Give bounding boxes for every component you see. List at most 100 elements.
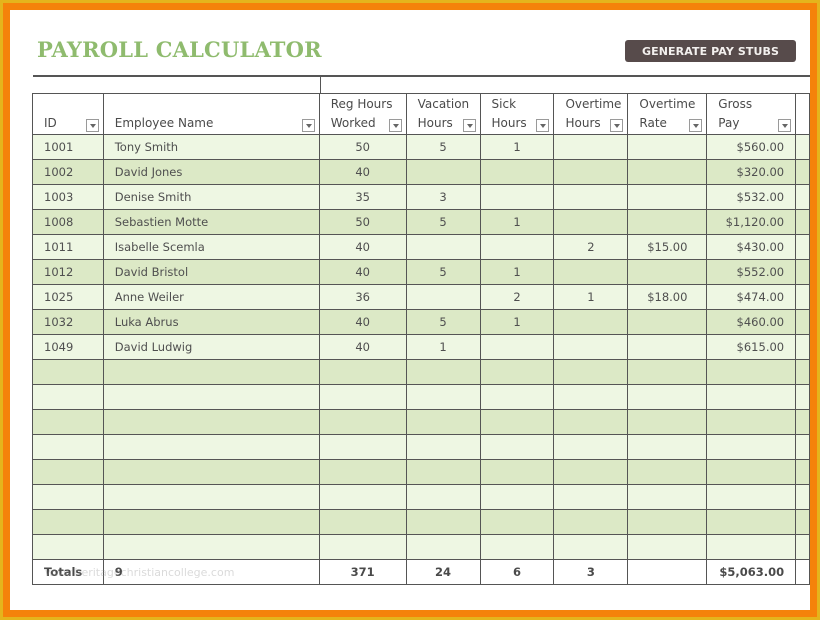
cell-gross[interactable]: $1,120.00 [706, 209, 797, 235]
cell-ot_rate[interactable] [627, 534, 708, 560]
cell-name[interactable]: Denise Smith [102, 184, 320, 210]
cell-reg[interactable] [318, 409, 407, 435]
cell-vac[interactable]: 5 [405, 134, 481, 160]
cell-name[interactable] [102, 509, 320, 535]
cell-overflow[interactable] [795, 509, 810, 535]
cell-id[interactable] [32, 484, 104, 510]
cell-sick[interactable] [479, 509, 555, 535]
cell-ot_rate[interactable]: $15.00 [627, 234, 708, 260]
filter-dropdown-icon[interactable] [462, 119, 476, 132]
cell-name[interactable] [102, 459, 320, 485]
cell-overflow[interactable] [795, 284, 810, 310]
cell-id[interactable]: 1032 [32, 309, 104, 335]
cell-sick[interactable]: 1 [479, 134, 555, 160]
cell-sick[interactable] [479, 184, 555, 210]
cell-ot_hours[interactable] [553, 259, 629, 285]
cell-gross[interactable]: $615.00 [706, 334, 797, 360]
cell-vac[interactable] [405, 284, 481, 310]
cell-sick[interactable] [479, 234, 555, 260]
cell-reg[interactable]: 40 [318, 334, 407, 360]
cell-ot_rate[interactable] [627, 384, 708, 410]
cell-sick[interactable] [479, 359, 555, 385]
cell-overflow[interactable] [795, 359, 810, 385]
cell-reg[interactable]: 40 [318, 159, 407, 185]
cell-sick[interactable]: 2 [479, 284, 555, 310]
cell-gross[interactable]: $430.00 [706, 234, 797, 260]
table-row[interactable] [32, 409, 810, 435]
cell-ot_hours[interactable] [553, 509, 629, 535]
cell-id[interactable]: 1002 [32, 159, 104, 185]
cell-overflow[interactable] [795, 409, 810, 435]
cell-ot_rate[interactable] [627, 159, 708, 185]
cell-ot_hours[interactable] [553, 384, 629, 410]
cell-overflow[interactable] [795, 309, 810, 335]
cell-overflow[interactable] [795, 459, 810, 485]
cell-reg[interactable]: 40 [318, 234, 407, 260]
filter-dropdown-icon[interactable] [689, 119, 703, 132]
cell-id[interactable]: 1001 [32, 134, 104, 160]
cell-sick[interactable]: 1 [479, 209, 555, 235]
table-row[interactable] [32, 359, 810, 385]
cell-name[interactable]: Sebastien Motte [102, 209, 320, 235]
cell-ot_rate[interactable] [627, 459, 708, 485]
cell-ot_rate[interactable] [627, 509, 708, 535]
cell-ot_hours[interactable] [553, 134, 629, 160]
cell-reg[interactable] [318, 534, 407, 560]
cell-ot_rate[interactable]: $18.00 [627, 284, 708, 310]
cell-id[interactable] [32, 359, 104, 385]
cell-reg[interactable]: 40 [318, 259, 407, 285]
cell-reg[interactable]: 40 [318, 309, 407, 335]
cell-ot_hours[interactable] [553, 484, 629, 510]
table-row[interactable] [32, 384, 810, 410]
table-row[interactable] [32, 484, 810, 510]
cell-overflow[interactable] [795, 134, 810, 160]
cell-vac[interactable]: 5 [405, 259, 481, 285]
cell-id[interactable]: 1011 [32, 234, 104, 260]
cell-id[interactable]: 1049 [32, 334, 104, 360]
cell-overflow[interactable] [795, 434, 810, 460]
table-row[interactable]: 1002 David Jones 40 $320.00 [32, 159, 810, 185]
cell-vac[interactable] [405, 459, 481, 485]
cell-gross[interactable] [706, 384, 797, 410]
cell-reg[interactable] [318, 359, 407, 385]
filter-dropdown-icon[interactable] [388, 119, 402, 132]
table-row[interactable] [32, 534, 810, 560]
cell-name[interactable] [102, 359, 320, 385]
cell-sick[interactable] [479, 534, 555, 560]
cell-vac[interactable] [405, 484, 481, 510]
cell-gross[interactable] [706, 409, 797, 435]
filter-dropdown-icon[interactable] [610, 119, 624, 132]
cell-gross[interactable]: $460.00 [706, 309, 797, 335]
cell-sick[interactable] [479, 159, 555, 185]
cell-reg[interactable] [318, 509, 407, 535]
cell-ot_hours[interactable] [553, 534, 629, 560]
cell-name[interactable]: Isabelle Scemla [102, 234, 320, 260]
cell-ot_hours[interactable]: 1 [553, 284, 629, 310]
cell-overflow[interactable] [795, 334, 810, 360]
cell-vac[interactable]: 5 [405, 209, 481, 235]
cell-name[interactable] [102, 484, 320, 510]
table-row[interactable] [32, 509, 810, 535]
cell-reg[interactable] [318, 384, 407, 410]
cell-ot_rate[interactable] [627, 434, 708, 460]
cell-reg[interactable]: 50 [318, 209, 407, 235]
cell-ot_hours[interactable] [553, 359, 629, 385]
cell-ot_rate[interactable] [627, 309, 708, 335]
cell-name[interactable] [102, 434, 320, 460]
cell-gross[interactable] [706, 359, 797, 385]
cell-name[interactable]: David Jones [102, 159, 320, 185]
cell-name[interactable] [102, 409, 320, 435]
cell-vac[interactable] [405, 534, 481, 560]
cell-gross[interactable] [706, 509, 797, 535]
cell-name[interactable]: Luka Abrus [102, 309, 320, 335]
cell-overflow[interactable] [795, 184, 810, 210]
cell-reg[interactable] [318, 459, 407, 485]
cell-id[interactable]: 1025 [32, 284, 104, 310]
cell-vac[interactable] [405, 234, 481, 260]
cell-vac[interactable] [405, 509, 481, 535]
cell-gross[interactable]: $532.00 [706, 184, 797, 210]
table-row[interactable]: 1008 Sebastien Motte 50 5 1 $1,120.00 [32, 209, 810, 235]
cell-reg[interactable]: 35 [318, 184, 407, 210]
cell-gross[interactable]: $552.00 [706, 259, 797, 285]
cell-overflow[interactable] [795, 259, 810, 285]
